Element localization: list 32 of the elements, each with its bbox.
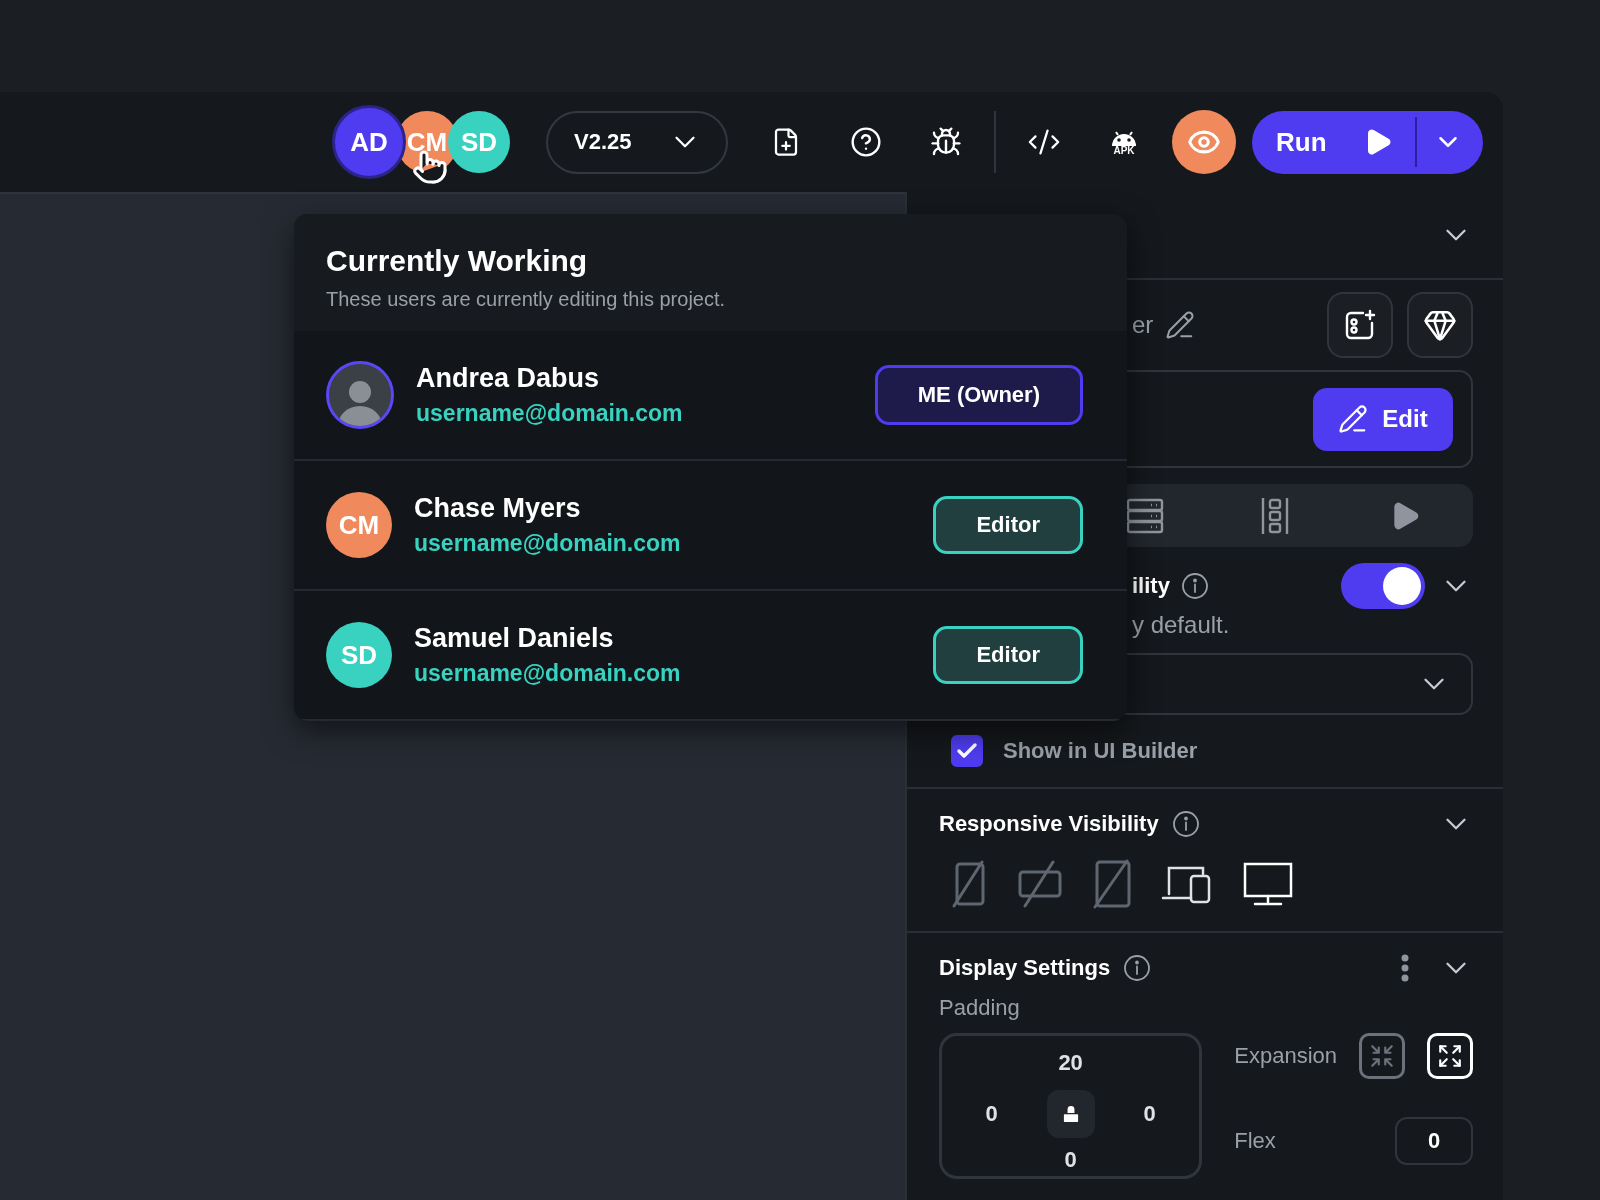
section-title: ility [1132,573,1170,599]
user-name: Chase Myers [414,493,582,524]
padding-value: 20 [1058,1050,1083,1076]
user-name: Andrea Dabus [416,363,601,394]
popover-subtitle: These users are currently editing this project. [326,288,727,311]
section-title: Responsive Visibility [939,811,1159,837]
user-name: Samuel Daniels [414,623,615,654]
collaborator-avatar[interactable]: AD [332,105,406,179]
edit-button[interactable]: Edit [1313,387,1453,451]
role-badge[interactable]: Editor [933,626,1083,684]
user-email: username@domain.com [416,400,684,427]
apk-button[interactable]: APK [1096,114,1152,170]
expansion-label: Expansion [1234,1043,1337,1069]
popover-title: Currently Working [326,244,589,278]
hint-text: y default. [1132,611,1230,639]
flex-label: Flex [1234,1128,1277,1154]
padding-value: 0 [1064,1147,1077,1173]
flex-field[interactable]: 0 [1395,1117,1473,1165]
padding-value: 0 [1143,1101,1156,1127]
widget-name-text: er [1132,311,1154,339]
user-avatar: SD [326,622,392,688]
user-email: username@domain.com [414,660,682,687]
run-button[interactable]: Run [1252,110,1483,174]
padding-value: 0 [985,1101,998,1127]
version-dropdown[interactable]: V2.25 [546,110,728,174]
checkbox-label: Show in UI Builder [1003,738,1198,764]
padding-label: Padding [939,995,1021,1021]
role-badge[interactable]: ME (Owner) [874,365,1083,425]
user-avatar: CM [326,492,392,558]
role-badge[interactable]: Editor [933,496,1083,554]
user-email: username@domain.com [414,530,682,557]
section-title: Display Settings [939,955,1111,981]
